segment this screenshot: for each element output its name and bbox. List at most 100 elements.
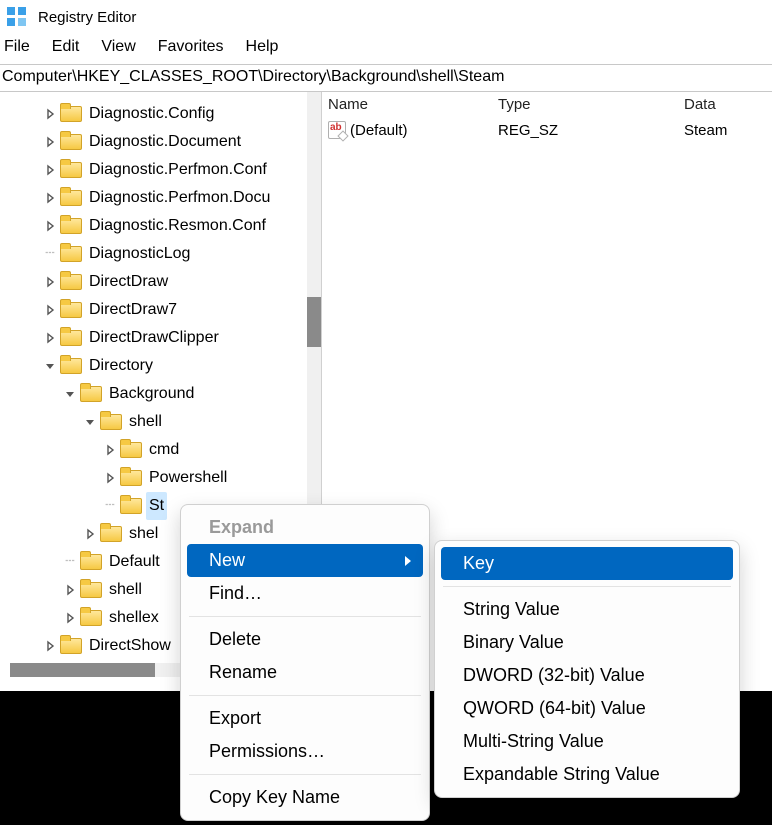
tree-node[interactable]: ┄ DiagnosticLog [0,240,321,268]
menu-help[interactable]: Help [246,38,279,56]
tree-hscroll-thumb[interactable] [10,663,155,677]
title-bar: Registry Editor [0,0,772,32]
ctx-expand[interactable]: Expand [187,511,423,544]
folder-icon [60,246,80,262]
tree-node-label: Diagnostic.Resmon.Conf [86,212,269,240]
folder-icon [80,582,100,598]
twisty-icon[interactable] [40,164,60,176]
twisty-icon[interactable] [80,416,100,428]
tree-node-label: Directory [86,352,156,380]
value-columns[interactable]: Name Type Data [322,92,772,119]
tree-node[interactable]: Diagnostic.Resmon.Conf [0,212,321,240]
twisty-icon[interactable] [40,276,60,288]
ctx-new-expand[interactable]: Expandable String Value [441,758,733,791]
folder-icon [80,554,100,570]
ctx-new-qword[interactable]: QWORD (64-bit) Value [441,692,733,725]
ctx-new-dword[interactable]: DWORD (32-bit) Value [441,659,733,692]
twisty-icon[interactable] [40,332,60,344]
menu-view[interactable]: View [101,38,135,56]
column-data[interactable]: Data [684,96,772,113]
ctx-new-binary[interactable]: Binary Value [441,626,733,659]
ctx-separator [443,586,731,587]
tree-node[interactable]: Background [0,380,321,408]
ctx-separator [189,616,421,617]
ctx-rename[interactable]: Rename [187,656,423,689]
address-bar[interactable]: Computer\HKEY_CLASSES_ROOT\Directory\Bac… [0,64,772,92]
tree-guide: ┄ [60,548,80,576]
ctx-new[interactable]: New [187,544,423,577]
context-menu: Expand New Find… Delete Rename Export Pe… [180,504,430,821]
twisty-icon[interactable] [60,612,80,624]
chevron-right-icon [403,556,413,566]
tree-node-label: DirectShow [86,632,174,660]
twisty-icon[interactable] [60,584,80,596]
folder-icon [60,330,80,346]
twisty-icon[interactable] [40,108,60,120]
tree-node-label: DirectDraw7 [86,296,180,324]
ctx-new-key[interactable]: Key [441,547,733,580]
folder-icon [60,638,80,654]
menu-favorites[interactable]: Favorites [158,38,224,56]
tree-node[interactable]: DirectDraw [0,268,321,296]
tree-node-label: shell [106,576,145,604]
ctx-export[interactable]: Export [187,702,423,735]
folder-icon [60,134,80,150]
folder-icon [60,274,80,290]
twisty-icon[interactable] [40,192,60,204]
twisty-icon[interactable] [60,388,80,400]
folder-icon [60,106,80,122]
tree-vscroll-thumb[interactable] [307,297,321,347]
column-name[interactable]: Name [328,96,498,113]
tree-guide: ┄ [100,492,120,520]
tree-node-label: cmd [146,436,182,464]
tree-node[interactable]: cmd [0,436,321,464]
ctx-separator [189,774,421,775]
tree-guide: ┄ [40,240,60,268]
twisty-icon[interactable] [40,220,60,232]
tree-node-label: St [146,492,167,520]
folder-icon [60,190,80,206]
tree-node[interactable]: Diagnostic.Config [0,100,321,128]
value-data: Steam [684,122,772,139]
column-type[interactable]: Type [498,96,684,113]
twisty-icon[interactable] [100,444,120,456]
tree-node[interactable]: Diagnostic.Perfmon.Conf [0,156,321,184]
ctx-find[interactable]: Find… [187,577,423,610]
value-type: REG_SZ [498,122,684,139]
twisty-icon[interactable] [40,640,60,652]
window-title: Registry Editor [38,9,136,26]
tree-node[interactable]: Diagnostic.Perfmon.Docu [0,184,321,212]
value-row[interactable]: (Default) REG_SZ Steam [322,119,772,141]
tree-node-label: DirectDrawClipper [86,324,222,352]
tree-node-label: shel [126,520,161,548]
tree-node-label: Diagnostic.Perfmon.Docu [86,184,273,212]
folder-icon [120,442,140,458]
ctx-permissions[interactable]: Permissions… [187,735,423,768]
tree-node[interactable]: shell [0,408,321,436]
twisty-icon[interactable] [80,528,100,540]
twisty-icon[interactable] [40,136,60,148]
tree-node[interactable]: DirectDrawClipper [0,324,321,352]
tree-node[interactable]: Powershell [0,464,321,492]
tree-node-label: Diagnostic.Perfmon.Conf [86,156,270,184]
tree-node[interactable]: Directory [0,352,321,380]
twisty-icon[interactable] [40,360,60,372]
folder-icon [60,218,80,234]
folder-icon [80,610,100,626]
tree-node-label: Background [106,380,197,408]
ctx-new-string[interactable]: String Value [441,593,733,626]
tree-node[interactable]: DirectDraw7 [0,296,321,324]
tree-node-label: Diagnostic.Config [86,100,217,128]
twisty-icon[interactable] [100,472,120,484]
ctx-delete[interactable]: Delete [187,623,423,656]
menu-edit[interactable]: Edit [52,38,80,56]
menu-file[interactable]: File [4,38,30,56]
context-submenu-new: Key String Value Binary Value DWORD (32-… [434,540,740,798]
tree-node-label: DirectDraw [86,268,171,296]
folder-icon [100,526,120,542]
twisty-icon[interactable] [40,304,60,316]
tree-node[interactable]: Diagnostic.Document [0,128,321,156]
ctx-copy-key-name[interactable]: Copy Key Name [187,781,423,814]
tree-node-label: DiagnosticLog [86,240,193,268]
ctx-new-multi[interactable]: Multi-String Value [441,725,733,758]
